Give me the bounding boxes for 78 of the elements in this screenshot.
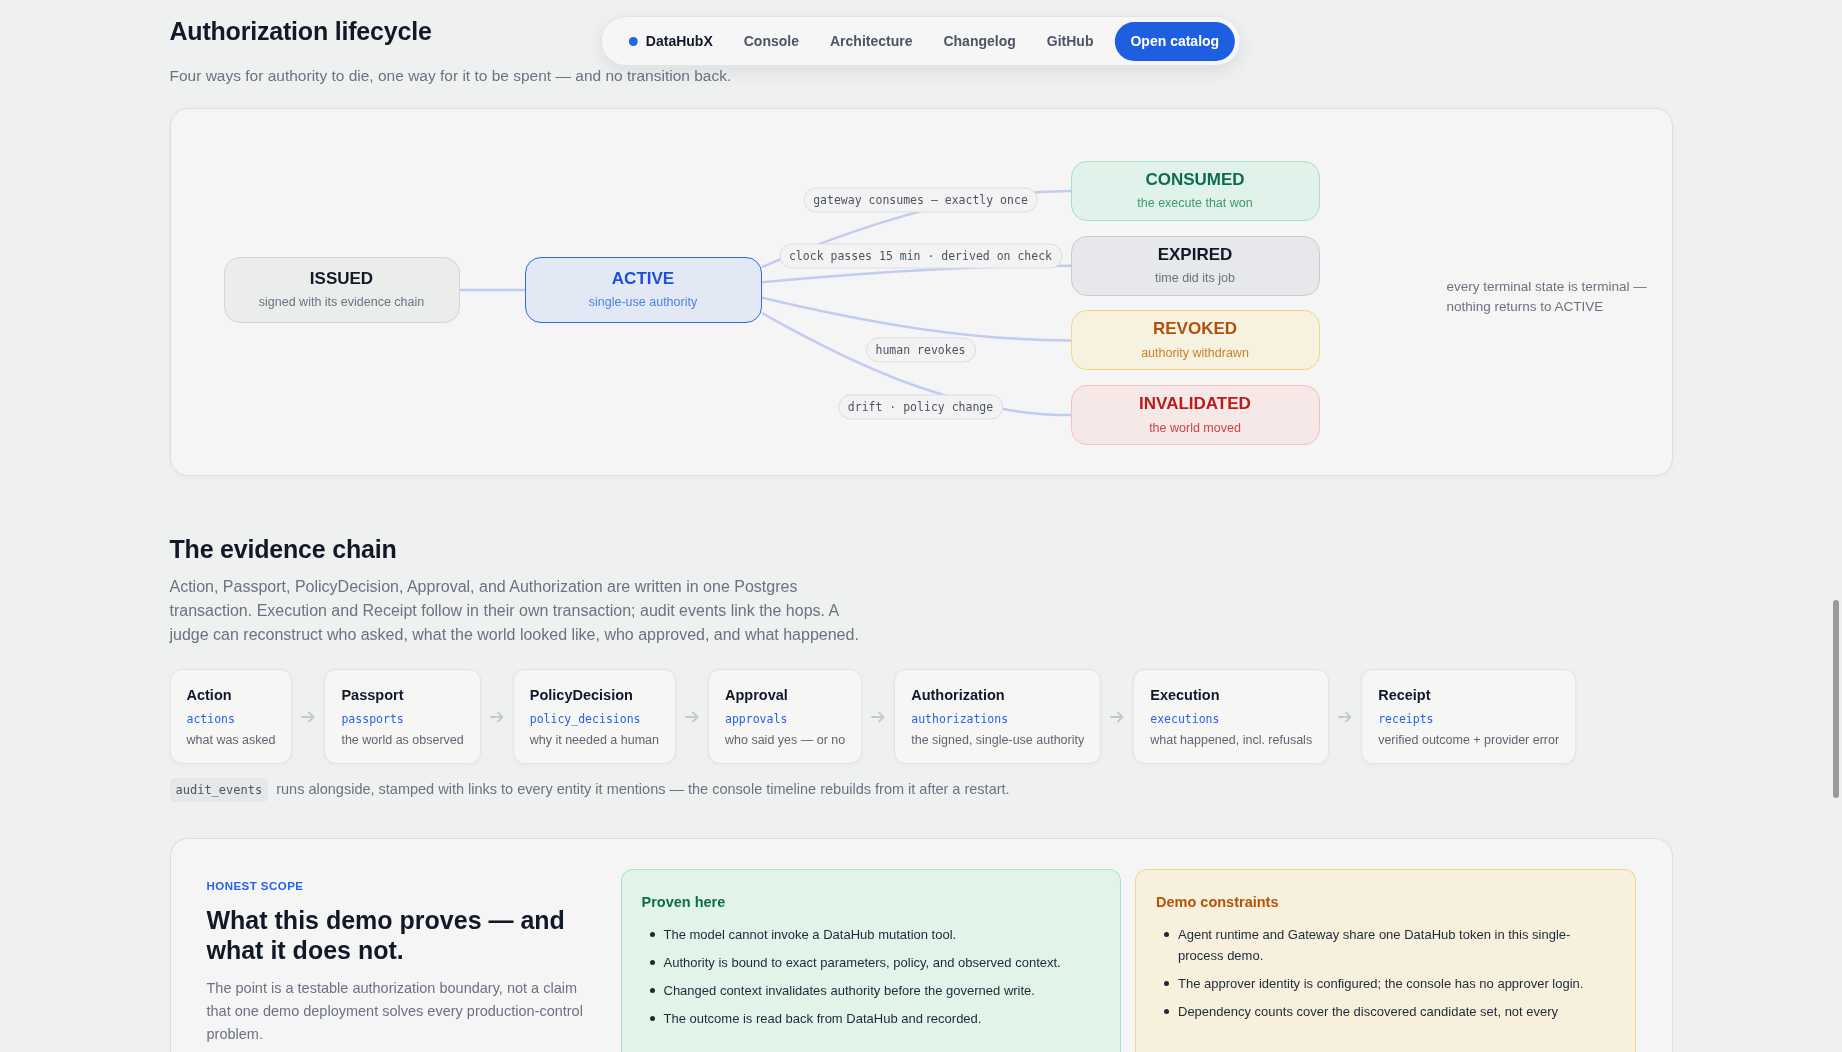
section-subtitle: Four ways for authority to die, one way for it to be spent — and no transition back. — [169, 67, 732, 86]
entity-name: Passport — [341, 686, 405, 706]
state-title: REVOKED — [1152, 319, 1238, 340]
table-name: actions — [186, 711, 236, 728]
brand-link[interactable]: DataHubX — [628, 30, 713, 52]
arrow-icon — [301, 710, 316, 723]
arrow-icon — [685, 710, 699, 723]
table-name: executions — [1150, 711, 1221, 728]
bullet-text: The approver identity is configured; the console has no approver login. — [1178, 974, 1584, 993]
arrow-icon — [1110, 710, 1125, 723]
scope-text: The point is a testable authorization boundary, not a claim that one demo deployment solves every production-control problem. — [206, 979, 584, 1045]
bullet-icon — [1164, 1008, 1169, 1014]
state-description: single-use authority — [588, 294, 698, 311]
table-name: approvals — [725, 711, 789, 728]
bullet-text: Agent runtime and Gateway share one DataHub token in this single-process demo. — [1178, 925, 1572, 965]
transition-label: clock passes 15 min · derived on check — [778, 243, 1063, 269]
nav-link[interactable]: Console — [743, 30, 799, 52]
entity-name: Approval — [725, 686, 789, 706]
state-title: ACTIVE — [611, 269, 675, 290]
arrow-icon — [1338, 710, 1353, 723]
entity-description: the signed, single-use authority — [911, 732, 1085, 750]
table-name: policy_decisions — [529, 711, 642, 728]
state-title: EXPIRED — [1157, 244, 1233, 266]
diagram-note: every terminal state is terminal — nothing returns to ACTIVE — [1446, 277, 1648, 317]
section-title: The evidence chain — [169, 533, 397, 565]
state-title: CONSUMED — [1145, 170, 1245, 191]
entity-description: why it needed a human — [529, 732, 659, 750]
scope-title: What this demo proves — and what it does not. — [206, 905, 566, 966]
state-description: signed with its evidence chain — [258, 294, 425, 311]
entity-name: Action — [186, 686, 233, 706]
state-description: the world moved — [1149, 419, 1241, 436]
entity-description: who said yes — or no — [725, 732, 846, 750]
entity-name: PolicyDecision — [529, 686, 634, 706]
transition-label: human revokes — [865, 337, 976, 363]
entity-description: what happened, incl. refusals — [1150, 732, 1313, 750]
scrollbar-thumb[interactable] — [1833, 600, 1839, 798]
nav-link[interactable]: Changelog — [943, 30, 1016, 52]
state-description: authority withdrawn — [1141, 344, 1249, 362]
table-name: receipts — [1378, 711, 1435, 728]
nav-link[interactable]: Architecture — [830, 30, 913, 52]
bullet-icon — [649, 931, 655, 937]
state-title: ISSUED — [309, 269, 374, 290]
panel-title: Proven here — [641, 893, 726, 913]
transition-label: gateway consumes — exactly once — [803, 187, 1038, 213]
transition-line — [459, 288, 525, 292]
table-name: passports — [341, 711, 405, 728]
bullet-icon — [649, 1015, 655, 1021]
open-catalog-button[interactable]: Open catalog — [1114, 21, 1236, 61]
entity-name: Receipt — [1378, 686, 1432, 706]
dot-icon — [628, 36, 638, 46]
entity-name: Authorization — [911, 686, 1006, 706]
bullet-icon — [1164, 931, 1169, 937]
entity-description: what was asked — [186, 732, 276, 750]
entity-description: verified outcome + provider error — [1378, 732, 1560, 750]
arrow-icon — [871, 710, 886, 723]
state-title: INVALIDATED — [1139, 394, 1251, 415]
state-description: the execute that won — [1137, 195, 1253, 212]
bullet-text: Changed context invalidates authority before the governed write. — [663, 981, 1035, 1000]
panel-title: Demo constraints — [1156, 893, 1279, 913]
bullet-icon — [1164, 980, 1169, 986]
entity-name: Execution — [1150, 686, 1221, 706]
bullet-icon — [649, 959, 655, 965]
bullet-text: The model cannot invoke a DataHub mutation tool. — [663, 925, 957, 944]
state-description: time did its job — [1155, 270, 1235, 287]
bullet-text: The outcome is read back from DataHub and recorded. — [663, 1009, 982, 1028]
arrow-icon — [489, 710, 504, 723]
code-label: audit_events — [169, 778, 269, 803]
transition-label: drift · policy change — [837, 394, 1004, 420]
nav-link[interactable]: GitHub — [1046, 30, 1094, 52]
eyebrow-label: HONEST SCOPE — [206, 879, 304, 895]
entity-description: the world as observed — [341, 732, 464, 750]
bullet-text: Dependency counts cover the discovered candidate set, not every — [1178, 1002, 1559, 1021]
section-text: Action, Passport, PolicyDecision, Approval, and Authorization are written in one Postgres transaction. Execution and Receipt follow in their own transaction; audit events link the hops. A judge can reconstruct who asked, what the world looked like, who approved, and what happened. — [169, 577, 860, 646]
section-title: Authorization lifecycle — [169, 16, 432, 47]
bullet-text: Authority is bound to exact parameters, policy, and observed context. — [663, 953, 1061, 972]
table-name: authorizations — [911, 711, 1010, 728]
bullet-icon — [649, 987, 655, 993]
footnote-text: runs alongside, stamped with links to every entity it mentions — the console timeline rebuilds from it after a restart. — [276, 780, 1010, 800]
